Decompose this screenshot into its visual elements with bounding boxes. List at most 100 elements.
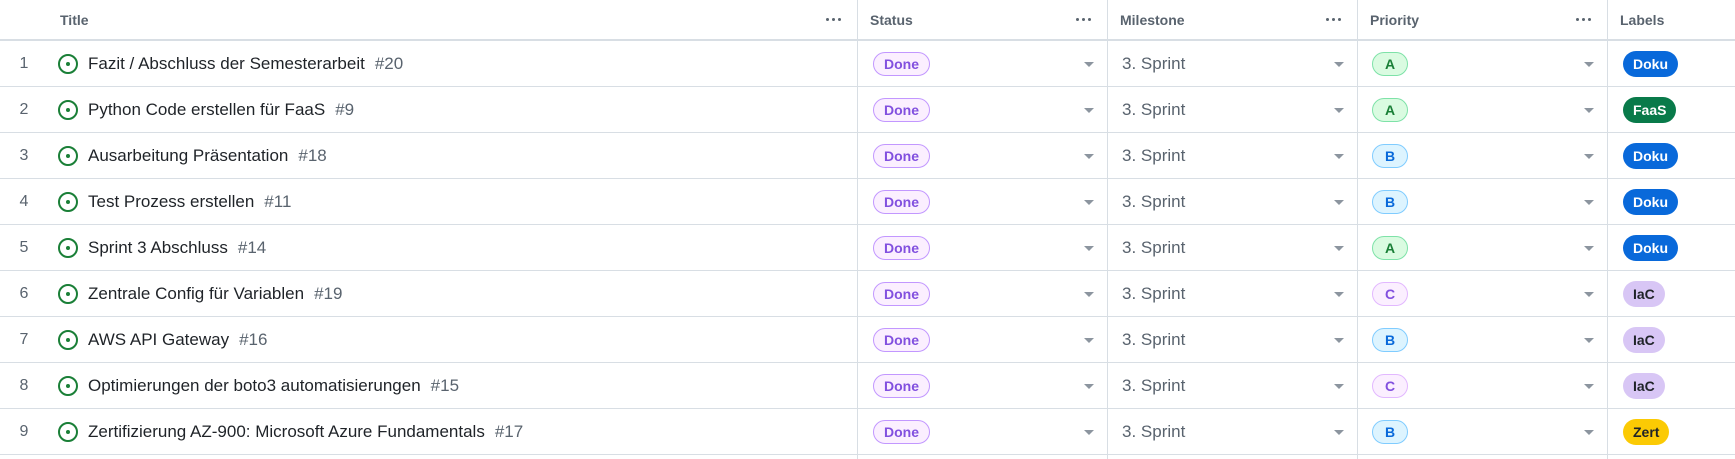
chevron-down-icon[interactable] <box>1084 154 1094 159</box>
more-options-icon[interactable] <box>1318 10 1348 30</box>
table-row[interactable]: 5 Sprint 3 Abschluss #14 Done 3. Sprint … <box>0 225 1735 271</box>
labels-cell[interactable]: IaC <box>1608 363 1735 409</box>
chevron-down-icon[interactable] <box>1334 108 1344 113</box>
issue-title-link[interactable]: Sprint 3 Abschluss <box>88 238 228 258</box>
label-badge[interactable]: FaaS <box>1623 97 1677 123</box>
status-cell[interactable]: Done <box>858 363 1108 409</box>
labels-cell[interactable]: FaaS <box>1608 87 1735 133</box>
label-badge[interactable]: Zert <box>1623 419 1670 445</box>
labels-cell[interactable]: IaC <box>1608 317 1735 363</box>
status-cell[interactable]: Done <box>858 179 1108 225</box>
issue-title-link[interactable]: AWS API Gateway <box>88 330 229 350</box>
chevron-down-icon[interactable] <box>1334 292 1344 297</box>
label-badge[interactable]: Doku <box>1623 235 1678 261</box>
issue-title-link[interactable]: Test Prozess erstellen <box>88 192 254 212</box>
column-divider[interactable] <box>1607 0 1608 459</box>
priority-cell[interactable]: A <box>1358 225 1608 271</box>
title-cell[interactable]: Python Code erstellen für FaaS #9 <box>58 87 853 133</box>
chevron-down-icon[interactable] <box>1584 430 1594 435</box>
chevron-down-icon[interactable] <box>1084 338 1094 343</box>
column-header-status[interactable]: Status <box>858 0 1108 39</box>
chevron-down-icon[interactable] <box>1084 200 1094 205</box>
status-cell[interactable]: Done <box>858 409 1108 455</box>
chevron-down-icon[interactable] <box>1334 384 1344 389</box>
title-cell[interactable]: Fazit / Abschluss der Semesterarbeit #20 <box>58 41 853 87</box>
table-row[interactable]: 4 Test Prozess erstellen #11 Done 3. Spr… <box>0 179 1735 225</box>
label-badge[interactable]: IaC <box>1623 327 1665 353</box>
chevron-down-icon[interactable] <box>1334 246 1344 251</box>
labels-cell[interactable]: Doku <box>1608 179 1735 225</box>
chevron-down-icon[interactable] <box>1084 108 1094 113</box>
column-header-labels[interactable]: Labels <box>1608 0 1735 39</box>
label-badge[interactable]: Doku <box>1623 189 1678 215</box>
issue-title-link[interactable]: Python Code erstellen für FaaS <box>88 100 325 120</box>
issue-title-link[interactable]: Zentrale Config für Variablen <box>88 284 304 304</box>
chevron-down-icon[interactable] <box>1084 384 1094 389</box>
milestone-cell[interactable]: 3. Sprint <box>1108 87 1358 133</box>
chevron-down-icon[interactable] <box>1084 62 1094 67</box>
table-row[interactable]: 7 AWS API Gateway #16 Done 3. Sprint B I… <box>0 317 1735 363</box>
chevron-down-icon[interactable] <box>1084 246 1094 251</box>
label-badge[interactable]: Doku <box>1623 143 1678 169</box>
issue-title-link[interactable]: Fazit / Abschluss der Semesterarbeit <box>88 54 365 74</box>
chevron-down-icon[interactable] <box>1334 338 1344 343</box>
column-header-milestone[interactable]: Milestone <box>1108 0 1358 39</box>
status-cell[interactable]: Done <box>858 271 1108 317</box>
milestone-cell[interactable]: 3. Sprint <box>1108 363 1358 409</box>
title-cell[interactable]: Test Prozess erstellen #11 <box>58 179 853 225</box>
priority-cell[interactable]: B <box>1358 409 1608 455</box>
chevron-down-icon[interactable] <box>1584 246 1594 251</box>
issue-title-link[interactable]: Ausarbeitung Präsentation <box>88 146 288 166</box>
table-row[interactable]: 8 Optimierungen der boto3 automatisierun… <box>0 363 1735 409</box>
milestone-cell[interactable]: 3. Sprint <box>1108 409 1358 455</box>
status-cell[interactable]: Done <box>858 133 1108 179</box>
column-divider[interactable] <box>1357 0 1358 459</box>
column-divider[interactable] <box>1107 0 1108 459</box>
labels-cell[interactable]: Doku <box>1608 41 1735 87</box>
chevron-down-icon[interactable] <box>1334 200 1344 205</box>
chevron-down-icon[interactable] <box>1584 292 1594 297</box>
status-cell[interactable]: Done <box>858 41 1108 87</box>
milestone-cell[interactable]: 3. Sprint <box>1108 179 1358 225</box>
label-badge[interactable]: Doku <box>1623 51 1678 77</box>
chevron-down-icon[interactable] <box>1334 430 1344 435</box>
table-row[interactable]: 6 Zentrale Config für Variablen #19 Done… <box>0 271 1735 317</box>
milestone-cell[interactable]: 3. Sprint <box>1108 271 1358 317</box>
title-cell[interactable]: Zentrale Config für Variablen #19 <box>58 271 853 317</box>
status-cell[interactable]: Done <box>858 225 1108 271</box>
title-cell[interactable]: AWS API Gateway #16 <box>58 317 853 363</box>
labels-cell[interactable]: Doku <box>1608 133 1735 179</box>
priority-cell[interactable]: B <box>1358 133 1608 179</box>
chevron-down-icon[interactable] <box>1584 154 1594 159</box>
priority-cell[interactable]: A <box>1358 41 1608 87</box>
priority-cell[interactable]: C <box>1358 363 1608 409</box>
chevron-down-icon[interactable] <box>1334 62 1344 67</box>
status-cell[interactable]: Done <box>858 317 1108 363</box>
more-options-icon[interactable] <box>1568 10 1598 30</box>
chevron-down-icon[interactable] <box>1084 292 1094 297</box>
title-cell[interactable]: Zertifizierung AZ-900: Microsoft Azure F… <box>58 409 853 455</box>
chevron-down-icon[interactable] <box>1584 108 1594 113</box>
table-row[interactable]: 3 Ausarbeitung Präsentation #18 Done 3. … <box>0 133 1735 179</box>
milestone-cell[interactable]: 3. Sprint <box>1108 41 1358 87</box>
table-row[interactable]: 9 Zertifizierung AZ-900: Microsoft Azure… <box>0 409 1735 455</box>
more-options-icon[interactable] <box>818 10 848 30</box>
labels-cell[interactable]: Doku <box>1608 225 1735 271</box>
milestone-cell[interactable]: 3. Sprint <box>1108 133 1358 179</box>
chevron-down-icon[interactable] <box>1334 154 1344 159</box>
priority-cell[interactable]: C <box>1358 271 1608 317</box>
label-badge[interactable]: IaC <box>1623 281 1665 307</box>
milestone-cell[interactable]: 3. Sprint <box>1108 225 1358 271</box>
status-cell[interactable]: Done <box>858 87 1108 133</box>
chevron-down-icon[interactable] <box>1584 62 1594 67</box>
title-cell[interactable]: Sprint 3 Abschluss #14 <box>58 225 853 271</box>
chevron-down-icon[interactable] <box>1084 430 1094 435</box>
column-header-title[interactable]: Title <box>48 0 858 39</box>
column-divider[interactable] <box>857 0 858 459</box>
issue-title-link[interactable]: Zertifizierung AZ-900: Microsoft Azure F… <box>88 422 485 442</box>
more-options-icon[interactable] <box>1068 10 1098 30</box>
title-cell[interactable]: Optimierungen der boto3 automatisierunge… <box>58 363 853 409</box>
chevron-down-icon[interactable] <box>1584 338 1594 343</box>
chevron-down-icon[interactable] <box>1584 384 1594 389</box>
title-cell[interactable]: Ausarbeitung Präsentation #18 <box>58 133 853 179</box>
